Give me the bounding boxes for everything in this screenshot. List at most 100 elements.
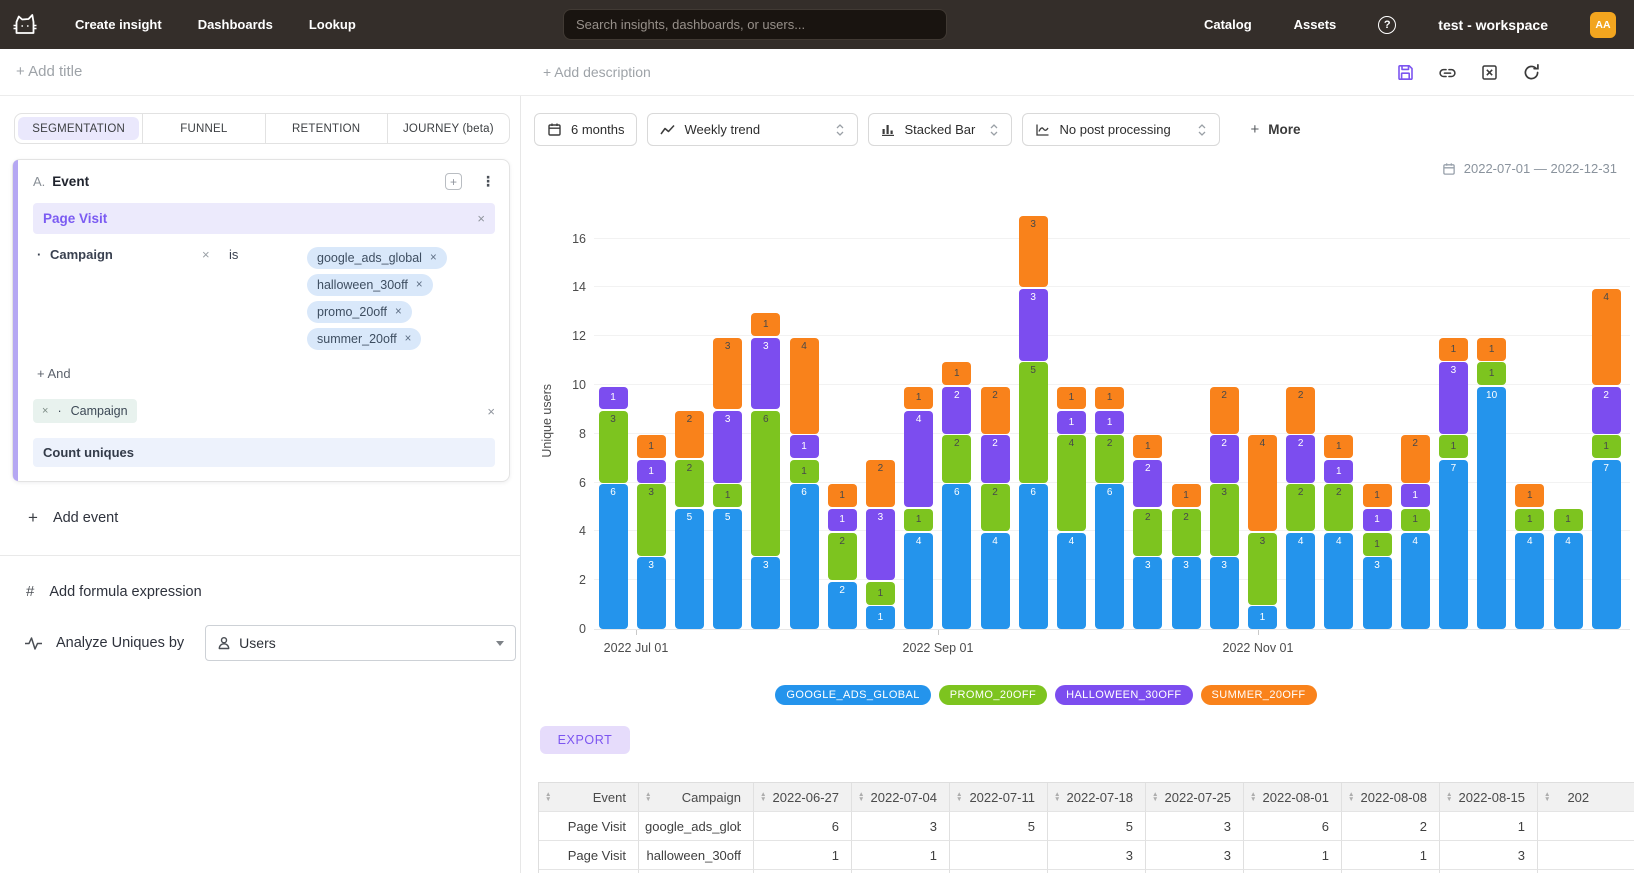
bar-segment[interactable]: 4 — [790, 338, 819, 434]
bar-segment[interactable]: 3 — [713, 338, 742, 410]
analyze-by-select[interactable]: Users — [205, 625, 516, 661]
bar-segment[interactable]: 1 — [1057, 411, 1086, 434]
save-icon[interactable] — [1396, 63, 1415, 82]
table-header-cell[interactable]: ▲▼2022-07-04 — [852, 783, 950, 812]
tab-journey[interactable]: JOURNEY (beta) — [387, 114, 509, 143]
bar-segment[interactable]: 2 — [942, 387, 971, 434]
bar-segment[interactable]: 4 — [1057, 435, 1086, 531]
trend-select[interactable]: Weekly trend — [647, 113, 858, 146]
bar-segment[interactable]: 4 — [1592, 289, 1621, 385]
bar-segment[interactable]: 1 — [713, 484, 742, 507]
bar-segment[interactable]: 1 — [1248, 606, 1277, 629]
bar-segment[interactable]: 2 — [1324, 484, 1353, 531]
bar-segment[interactable]: 4 — [1554, 533, 1583, 629]
filter-property[interactable]: Campaign — [50, 247, 202, 262]
chart-type-select[interactable]: Stacked Bar — [868, 113, 1012, 146]
nav-catalog[interactable]: Catalog — [1204, 17, 1252, 32]
remove-breakdown-row-icon[interactable]: × — [487, 404, 495, 419]
bar-segment[interactable]: 3 — [751, 338, 780, 410]
nav-create-insight[interactable]: Create insight — [75, 17, 162, 32]
bar-segment[interactable]: 1 — [1401, 509, 1430, 532]
copy-link-icon[interactable] — [1438, 63, 1457, 82]
event-menu-icon[interactable]: ⋮ — [481, 173, 495, 190]
bar-segment[interactable]: 4 — [1248, 435, 1277, 531]
bar-segment[interactable]: 2 — [1401, 435, 1430, 482]
bar-segment[interactable]: 1 — [1592, 435, 1621, 458]
bar-segment[interactable]: 1 — [1363, 533, 1392, 556]
bar-segment[interactable]: 4 — [904, 533, 933, 629]
bar-segment[interactable]: 10 — [1477, 387, 1506, 630]
bar-segment[interactable]: 4 — [1057, 533, 1086, 629]
bar-segment[interactable]: 3 — [1019, 289, 1048, 361]
table-header-cell[interactable]: ▲▼2022-07-18 — [1048, 783, 1146, 812]
bar-segment[interactable]: 2 — [1095, 435, 1124, 482]
nav-dashboards[interactable]: Dashboards — [198, 17, 273, 32]
refresh-icon[interactable] — [1522, 63, 1541, 82]
table-header-cell[interactable]: ▲▼2022-08-08 — [1342, 783, 1440, 812]
add-event-button[interactable]: + Add event — [28, 508, 520, 528]
filter-value-chip[interactable]: halloween_30off× — [307, 274, 433, 296]
bar-segment[interactable]: 3 — [1210, 484, 1239, 556]
bar-segment[interactable]: 2 — [1133, 460, 1162, 507]
table-header-cell[interactable]: ▲▼2022-08-15 — [1440, 783, 1538, 812]
bar-segment[interactable]: 1 — [637, 435, 666, 458]
bar-segment[interactable]: 3 — [1363, 557, 1392, 629]
bar-segment[interactable]: 4 — [981, 533, 1010, 629]
bar-segment[interactable]: 3 — [1133, 557, 1162, 629]
bar-segment[interactable]: 4 — [1324, 533, 1353, 629]
bar-segment[interactable]: 1 — [1095, 411, 1124, 434]
bar-segment[interactable]: 2 — [828, 582, 857, 629]
nav-lookup[interactable]: Lookup — [309, 17, 356, 32]
bar-segment[interactable]: 1 — [751, 313, 780, 336]
bar-segment[interactable]: 3 — [713, 411, 742, 483]
bar-segment[interactable]: 1 — [1401, 484, 1430, 507]
filter-operator[interactable]: is — [229, 247, 251, 262]
bar-segment[interactable]: 2 — [1286, 387, 1315, 434]
remove-filter-value-icon[interactable]: × — [416, 279, 423, 291]
bar-segment[interactable]: 1 — [599, 387, 628, 410]
measure-selector[interactable]: Count uniques — [33, 438, 495, 467]
bar-segment[interactable]: 1 — [1477, 338, 1506, 361]
workspace-name[interactable]: test - workspace — [1438, 17, 1548, 33]
bar-segment[interactable]: 1 — [1324, 435, 1353, 458]
add-formula-button[interactable]: # Add formula expression — [26, 583, 520, 600]
bar-segment[interactable]: 6 — [599, 484, 628, 629]
bar-segment[interactable]: 3 — [1439, 362, 1468, 434]
remove-filter-value-icon[interactable]: × — [430, 252, 437, 264]
bar-segment[interactable]: 2 — [1286, 484, 1315, 531]
filter-value-chip[interactable]: google_ads_global× — [307, 247, 447, 269]
date-range-button[interactable]: 6 months — [534, 113, 637, 146]
bar-segment[interactable]: 6 — [1095, 484, 1124, 629]
table-header-cell[interactable]: ▲▼2022-08-01 — [1244, 783, 1342, 812]
bar-segment[interactable]: 2 — [1210, 435, 1239, 482]
bar-segment[interactable]: 1 — [1172, 484, 1201, 507]
bar-segment[interactable]: 1 — [1057, 387, 1086, 410]
bar-segment[interactable]: 2 — [675, 411, 704, 458]
duplicate-event-icon[interactable]: + — [445, 173, 462, 190]
bar-segment[interactable]: 1 — [904, 509, 933, 532]
nav-assets[interactable]: Assets — [1294, 17, 1337, 32]
bar-segment[interactable]: 2 — [981, 387, 1010, 434]
bar-segment[interactable]: 1 — [1515, 509, 1544, 532]
bar-segment[interactable]: 2 — [981, 435, 1010, 482]
bar-segment[interactable]: 5 — [1019, 362, 1048, 483]
bar-segment[interactable]: 6 — [942, 484, 971, 629]
legend-item[interactable]: PROMO_20OFF — [939, 685, 1047, 705]
breakdown-chip[interactable]: × · Campaign — [33, 399, 137, 423]
search-input[interactable] — [564, 17, 946, 32]
bar-segment[interactable]: 1 — [1515, 484, 1544, 507]
tab-retention[interactable]: RETENTION — [265, 114, 387, 143]
bar-segment[interactable]: 2 — [1286, 435, 1315, 482]
bar-segment[interactable]: 1 — [904, 387, 933, 410]
bar-segment[interactable]: 6 — [790, 484, 819, 629]
bar-segment[interactable]: 2 — [1133, 509, 1162, 556]
filter-value-chip[interactable]: summer_20off× — [307, 328, 421, 350]
legend-item[interactable]: GOOGLE_ADS_GLOBAL — [775, 685, 930, 705]
bar-segment[interactable]: 1 — [1439, 338, 1468, 361]
table-header-cell[interactable]: ▲▼2022-06-27 — [754, 783, 852, 812]
bar-segment[interactable]: 1 — [1363, 509, 1392, 532]
table-header-cell[interactable]: ▲▼202 — [1538, 783, 1634, 812]
bar-segment[interactable]: 6 — [1019, 484, 1048, 629]
add-description-button[interactable]: + Add description — [543, 64, 651, 80]
bar-segment[interactable]: 1 — [1477, 362, 1506, 385]
